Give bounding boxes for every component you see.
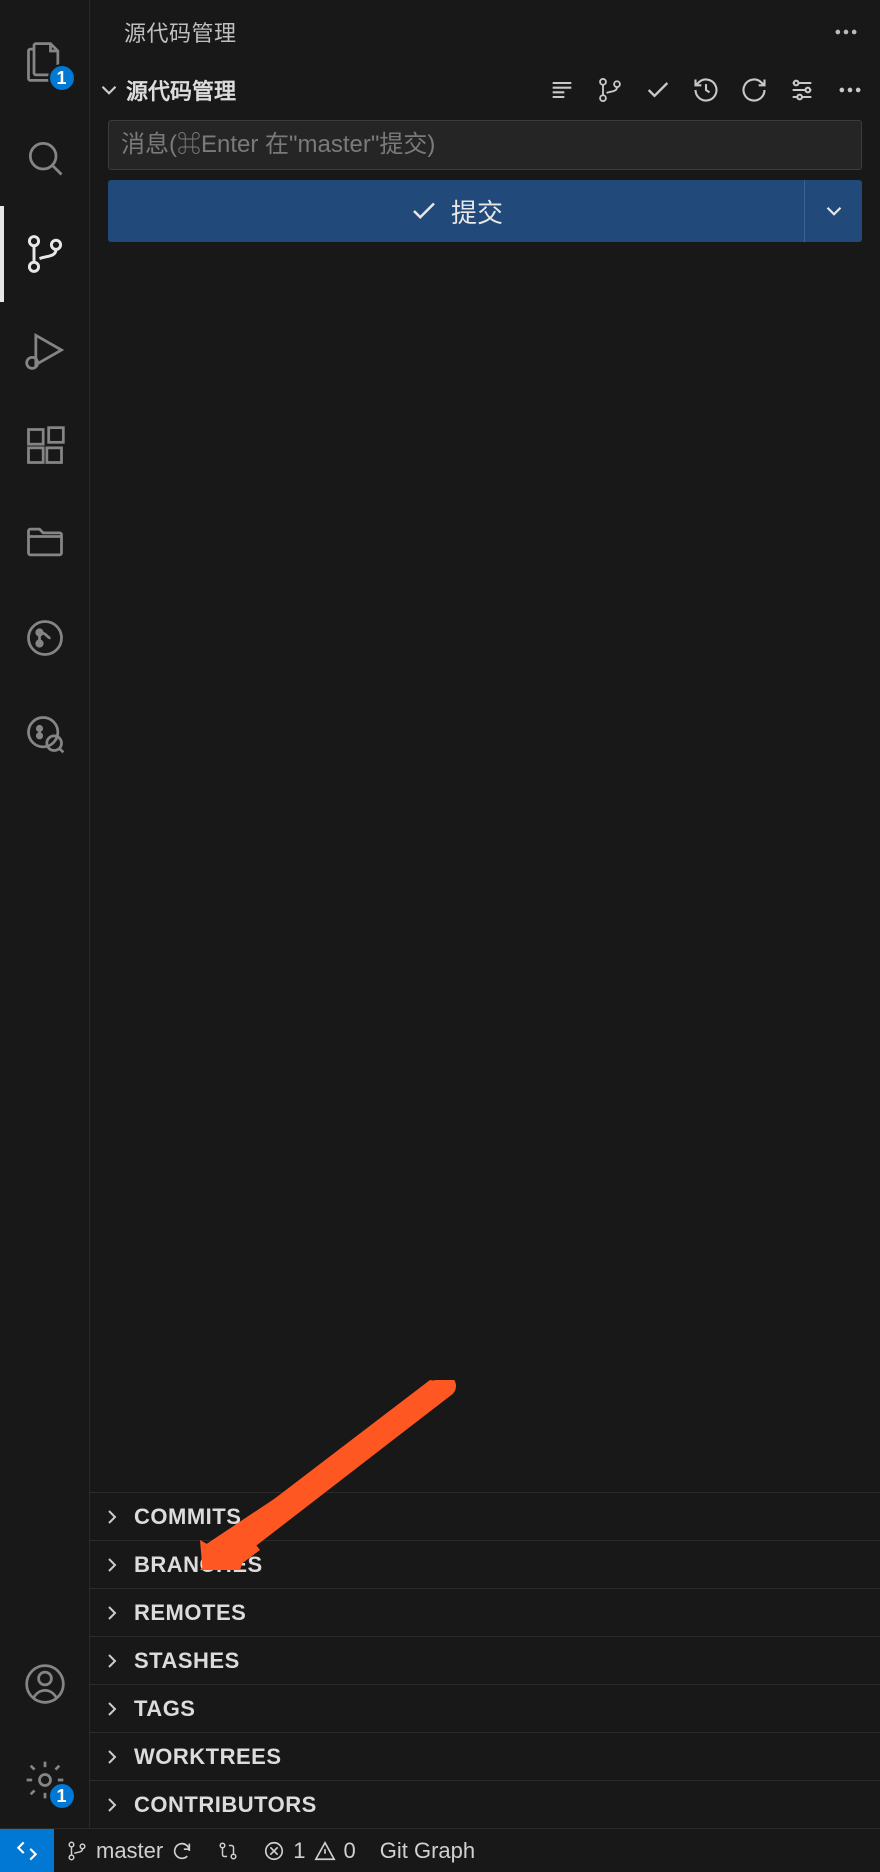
- section-label: CONTRIBUTORS: [134, 1792, 317, 1818]
- activity-explorer[interactable]: 1: [0, 14, 90, 110]
- scm-panel: 源代码管理 源代码管理: [90, 0, 880, 1828]
- warning-count: 0: [344, 1838, 356, 1864]
- activity-extensions[interactable]: [0, 398, 90, 494]
- chevron-right-icon: [100, 1649, 124, 1673]
- more-horizontal-icon: [832, 18, 860, 46]
- chevron-down-icon: [96, 77, 122, 103]
- activity-scm[interactable]: [0, 206, 90, 302]
- section-remotes[interactable]: REMOTES: [90, 1588, 880, 1636]
- panel-title: 源代码管理: [124, 16, 237, 48]
- remote-icon: [14, 1838, 40, 1864]
- section-title: 源代码管理: [126, 74, 236, 106]
- scm-section-header[interactable]: 源代码管理: [90, 64, 880, 116]
- commit-dropdown-button[interactable]: [804, 180, 862, 242]
- remote-indicator[interactable]: [0, 1829, 54, 1872]
- status-git-compare[interactable]: [205, 1829, 251, 1872]
- chevron-right-icon: [100, 1601, 124, 1625]
- status-branch[interactable]: master: [54, 1829, 205, 1872]
- section-stashes[interactable]: STASHES: [90, 1636, 880, 1684]
- section-contributors[interactable]: CONTRIBUTORS: [90, 1780, 880, 1828]
- refresh-icon: [740, 76, 768, 104]
- git-branch-icon: [596, 76, 624, 104]
- explorer-badge: 1: [48, 64, 76, 92]
- chevron-right-icon: [100, 1745, 124, 1769]
- account-icon: [23, 1662, 67, 1706]
- activity-settings[interactable]: 1: [0, 1732, 90, 1828]
- error-count: 1: [293, 1838, 305, 1864]
- error-icon: [263, 1840, 285, 1862]
- view-as-list-button[interactable]: [548, 76, 576, 104]
- gitlens-icon: [23, 616, 67, 660]
- git-compare-icon: [217, 1840, 239, 1862]
- section-label: STASHES: [134, 1648, 240, 1674]
- git-branch-icon: [66, 1840, 88, 1862]
- section-tags[interactable]: TAGS: [90, 1684, 880, 1732]
- section-branches[interactable]: BRANCHES: [90, 1540, 880, 1588]
- history-icon: [692, 76, 720, 104]
- chevron-right-icon: [100, 1553, 124, 1577]
- search-icon: [23, 136, 67, 180]
- check-icon: [644, 76, 672, 104]
- chevron-right-icon: [100, 1793, 124, 1817]
- status-git-graph[interactable]: Git Graph: [368, 1829, 487, 1872]
- debug-icon: [23, 328, 67, 372]
- section-label: COMMITS: [134, 1504, 241, 1530]
- chevron-right-icon: [100, 1505, 124, 1529]
- list-icon: [548, 76, 576, 104]
- sync-icon: [171, 1840, 193, 1862]
- warning-icon: [314, 1840, 336, 1862]
- section-commits[interactable]: COMMITS: [90, 1492, 880, 1540]
- more-horizontal-icon: [836, 76, 864, 104]
- git-graph-label: Git Graph: [380, 1838, 475, 1864]
- settings-badge: 1: [48, 1782, 76, 1810]
- status-bar: master 1 0 Git Graph: [0, 1828, 880, 1872]
- status-branch-name: master: [96, 1838, 163, 1864]
- source-control-icon: [23, 232, 67, 276]
- settings-toggle-button[interactable]: [788, 76, 816, 104]
- activity-folder[interactable]: [0, 494, 90, 590]
- section-label: TAGS: [134, 1696, 195, 1722]
- check-icon: [409, 196, 439, 226]
- section-worktrees[interactable]: WORKTREES: [90, 1732, 880, 1780]
- folder-icon: [23, 520, 67, 564]
- commit-button-label: 提交: [451, 193, 503, 230]
- chevron-down-icon: [821, 198, 847, 224]
- extensions-icon: [23, 424, 67, 468]
- commit-message-input[interactable]: [108, 120, 862, 170]
- activity-bar: 1 1: [0, 0, 90, 1828]
- status-problems[interactable]: 1 0: [251, 1829, 368, 1872]
- activity-search[interactable]: [0, 110, 90, 206]
- branch-button[interactable]: [596, 76, 624, 104]
- section-label: BRANCHES: [134, 1552, 263, 1578]
- activity-gitlens[interactable]: [0, 590, 90, 686]
- section-label: REMOTES: [134, 1600, 246, 1626]
- commit-button[interactable]: 提交: [108, 180, 804, 242]
- section-more-button[interactable]: [836, 76, 864, 104]
- sliders-icon: [788, 76, 816, 104]
- activity-gitlens-inspect[interactable]: [0, 686, 90, 782]
- history-button[interactable]: [692, 76, 720, 104]
- activity-account[interactable]: [0, 1636, 90, 1732]
- section-label: WORKTREES: [134, 1744, 282, 1770]
- chevron-right-icon: [100, 1697, 124, 1721]
- commit-check-button[interactable]: [644, 76, 672, 104]
- activity-debug[interactable]: [0, 302, 90, 398]
- gitlens-inspect-icon: [23, 712, 67, 756]
- panel-more-button[interactable]: [832, 18, 860, 46]
- refresh-button[interactable]: [740, 76, 768, 104]
